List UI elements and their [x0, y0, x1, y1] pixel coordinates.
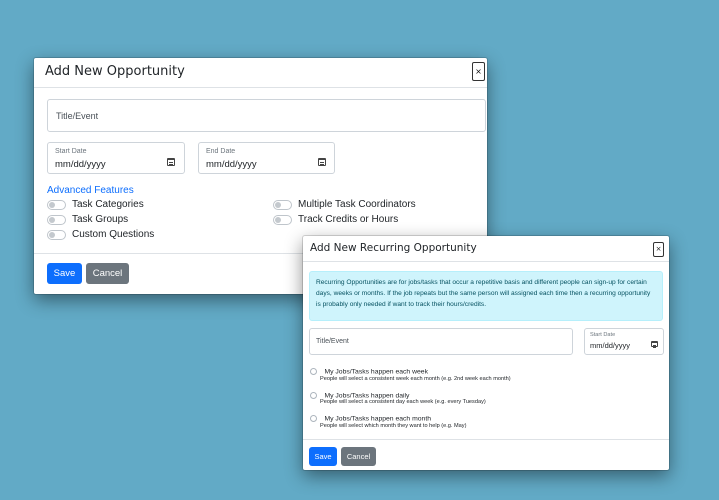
toggle-label: Task Groups — [72, 214, 129, 225]
title-event-placeholder: Title/Event — [56, 111, 99, 121]
toggle-switch[interactable] — [273, 214, 292, 225]
end-date-field[interactable]: End Date mm/dd/yyyy — [198, 142, 335, 174]
title-event-placeholder: Title/Event — [316, 338, 349, 345]
cancel-button[interactable]: Cancel — [86, 263, 129, 284]
close-button[interactable]: × — [653, 242, 664, 257]
start-date-value: mm/dd/yyyy — [55, 159, 106, 170]
modal-title: Add New Opportunity — [45, 64, 185, 79]
toggle-task-categories[interactable]: Task Categories — [47, 199, 144, 210]
calendar-icon[interactable] — [167, 158, 175, 166]
option-help: People will select a consistent week eac… — [320, 376, 511, 382]
toggle-switch[interactable] — [47, 214, 66, 225]
toggle-task-groups[interactable]: Task Groups — [47, 214, 128, 225]
info-text: Recurring Opportunities are for jobs/tas… — [316, 279, 651, 308]
start-date-field[interactable]: Start Date mm/dd/yyyy — [584, 328, 664, 355]
start-date-field[interactable]: Start Date mm/dd/yyyy — [47, 142, 185, 174]
toggle-multiple-task-coordinators[interactable]: Multiple Task Coordinators — [273, 199, 416, 210]
add-recurring-opportunity-modal: Add New Recurring Opportunity × Recurrin… — [303, 236, 669, 470]
save-button[interactable]: Save — [47, 263, 82, 284]
cancel-button[interactable]: Cancel — [341, 447, 376, 466]
calendar-icon[interactable] — [318, 158, 326, 166]
toggle-label: Track Credits or Hours — [298, 214, 399, 225]
option-help: People will select which month they want… — [320, 423, 467, 429]
close-button[interactable]: × — [472, 62, 485, 81]
end-date-value: mm/dd/yyyy — [206, 159, 257, 170]
close-icon: × — [655, 245, 662, 253]
radio-button[interactable] — [310, 392, 317, 400]
toggle-label: Task Categories — [72, 199, 144, 210]
start-date-label: Start Date — [55, 148, 87, 155]
modal-title: Add New Recurring Opportunity — [310, 242, 477, 254]
calendar-icon[interactable] — [651, 341, 658, 347]
title-event-input[interactable]: Title/Event — [47, 99, 486, 132]
toggle-switch[interactable] — [273, 199, 292, 210]
toggle-switch[interactable] — [47, 199, 66, 210]
option-label: My Jobs/Tasks happen each month — [324, 415, 431, 423]
toggle-label: Multiple Task Coordinators — [298, 199, 416, 210]
start-date-label: Start Date — [590, 332, 616, 338]
end-date-label: End Date — [206, 148, 236, 155]
modal-header: Add New Opportunity × — [34, 58, 487, 88]
option-label: My Jobs/Tasks happen each week — [324, 368, 428, 376]
toggle-switch[interactable] — [47, 229, 66, 240]
modal-footer: Save Cancel — [303, 439, 669, 470]
radio-button[interactable] — [310, 415, 317, 423]
advanced-features-link[interactable]: Advanced Features — [47, 185, 134, 196]
radio-button[interactable] — [310, 368, 317, 376]
option-help: People will select a consistent day each… — [320, 399, 486, 405]
modal-header: Add New Recurring Opportunity × — [303, 236, 669, 262]
toggle-label: Custom Questions — [72, 229, 155, 240]
info-alert: Recurring Opportunities are for jobs/tas… — [309, 271, 663, 321]
start-date-value: mm/dd/yyyy — [590, 341, 631, 350]
save-button[interactable]: Save — [309, 447, 337, 466]
title-event-input[interactable]: Title/Event — [309, 328, 573, 355]
toggle-custom-questions[interactable]: Custom Questions — [47, 229, 154, 240]
close-icon: × — [475, 66, 482, 76]
toggle-track-credits-hours[interactable]: Track Credits or Hours — [273, 214, 398, 225]
